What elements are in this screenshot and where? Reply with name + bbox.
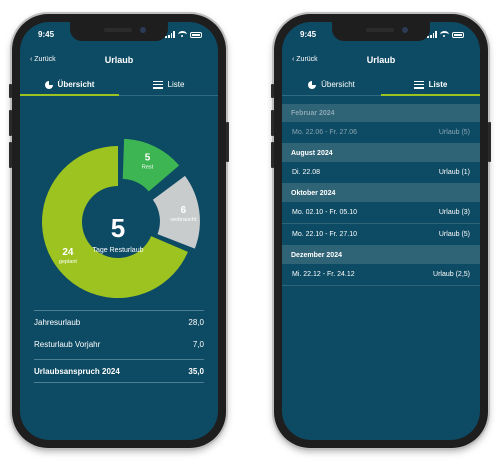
status-time: 9:45 [300, 30, 317, 39]
slice-verbraucht [152, 175, 200, 249]
summary-total-value: 35,0 [188, 366, 204, 376]
list-item[interactable]: Mo. 22.10 - Fr. 27.10 Urlaub (5) [282, 224, 480, 246]
summary-table: Jahresurlaub 28,0 Resturlaub Vorjahr 7,0… [34, 310, 204, 383]
slice-name-label: geplant [59, 259, 78, 265]
summary-row-annual: Jahresurlaub 28,0 [34, 311, 204, 333]
phone-list: 9:45 ‹ Zurück Urlaub Übersicht Liste Feb… [271, 14, 491, 448]
nav-bar: ‹ Zurück Urlaub [282, 52, 480, 70]
slice-value-label: 6 [181, 205, 187, 216]
battery-icon [190, 31, 202, 38]
section-header: Oktober 2024 [282, 184, 480, 202]
list-item[interactable]: Mi. 22.12 - Fr. 24.12 Urlaub (2,5) [282, 264, 480, 286]
wifi-icon [440, 31, 449, 38]
item-info: Urlaub (5) [438, 231, 470, 238]
summary-row-carryover: Resturlaub Vorjahr 7,0 [34, 333, 204, 355]
summary-value: 7,0 [192, 339, 204, 349]
notch [70, 22, 168, 41]
tab-list[interactable]: Liste [119, 74, 218, 95]
list-item[interactable]: Mo. 02.10 - Fr. 05.10 Urlaub (3) [282, 202, 480, 224]
screen-list: 9:45 ‹ Zurück Urlaub Übersicht Liste Feb… [282, 22, 480, 440]
section-header: August 2024 [282, 144, 480, 162]
item-date: Mo. 22.06 - Fr. 27.06 [292, 129, 357, 136]
summary-total-label: Urlaubsanspruch 2024 [34, 366, 120, 376]
center-label: Tage Resturlaub [93, 247, 144, 254]
status-time: 9:45 [38, 30, 55, 39]
list-item[interactable]: Mo. 22.06 - Fr. 27.06 Urlaub (5) [282, 122, 480, 144]
notch [332, 22, 430, 41]
tab-list-label: Liste [428, 80, 448, 89]
phone-overview: 9:45 ‹ Zurück Urlaub Übersicht Liste 5 T… [9, 14, 229, 448]
section-header: Dezember 2024 [282, 246, 480, 264]
tab-bar: Übersicht Liste [282, 74, 480, 96]
tab-overview[interactable]: Übersicht [282, 74, 381, 95]
item-info: Urlaub (3) [438, 209, 470, 216]
page-title: Urlaub [366, 55, 396, 65]
slice-value-label: 5 [145, 153, 151, 164]
tab-overview-label: Übersicht [321, 80, 355, 89]
item-info: Urlaub (1) [438, 169, 470, 176]
tab-overview-label: Übersicht [57, 80, 95, 89]
item-date: Mi. 22.12 - Fr. 24.12 [292, 271, 355, 278]
summary-row-total: Urlaubsanspruch 2024 35,0 [34, 360, 204, 382]
screen-overview: 9:45 ‹ Zurück Urlaub Übersicht Liste 5 T… [20, 22, 218, 440]
vacation-list: Februar 2024 Mo. 22.06 - Fr. 27.06 Urlau… [282, 104, 480, 286]
slice-value-label: 24 [62, 247, 74, 258]
tab-list[interactable]: Liste [381, 74, 480, 96]
slice-name-label: Rest [142, 165, 154, 171]
item-info: Urlaub (2,5) [433, 271, 470, 278]
tab-bar: Übersicht Liste [20, 74, 218, 96]
list-icon [152, 80, 163, 89]
list-item[interactable]: Di. 22.08 Urlaub (1) [282, 162, 480, 184]
section-header: Februar 2024 [282, 104, 480, 122]
item-date: Mo. 22.10 - Fr. 27.10 [292, 231, 357, 238]
tab-overview[interactable]: Übersicht [20, 74, 119, 96]
item-date: Mo. 02.10 - Fr. 05.10 [292, 209, 357, 216]
tab-list-label: Liste [167, 80, 185, 89]
battery-icon [452, 31, 464, 38]
list-icon [413, 80, 424, 89]
wifi-icon [178, 31, 187, 38]
nav-bar: ‹ Zurück Urlaub [20, 52, 218, 70]
slice-name-label: verbraucht [170, 217, 196, 223]
center-value: 5 [111, 213, 125, 243]
summary-value: 28,0 [188, 317, 204, 327]
pie-chart-icon [44, 80, 53, 89]
item-date: Di. 22.08 [292, 169, 321, 176]
summary-label: Jahresurlaub [34, 317, 81, 327]
summary-label: Resturlaub Vorjahr [34, 339, 101, 349]
vacation-donut-chart: 5 Tage Resturlaub 5Rest6verbraucht24gepl… [42, 138, 200, 298]
pie-chart-icon [308, 80, 317, 89]
item-info: Urlaub (5) [438, 129, 470, 136]
page-title: Urlaub [104, 55, 134, 65]
